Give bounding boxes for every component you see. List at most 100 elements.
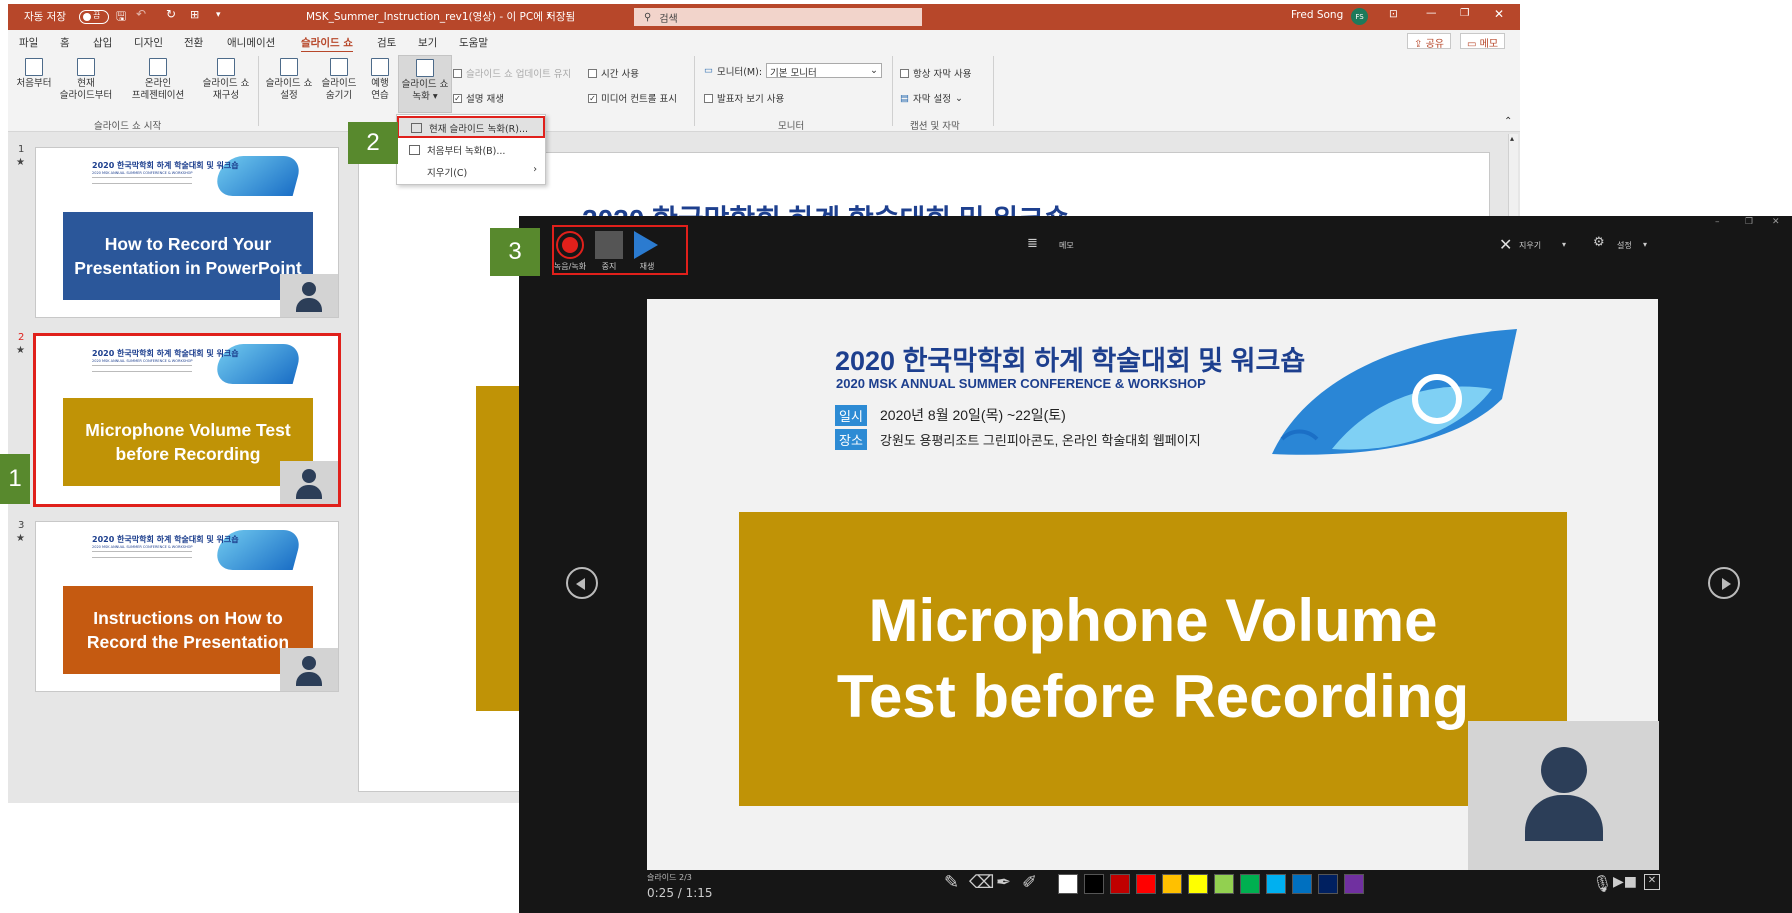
pen-color-swatch[interactable]: [1162, 874, 1182, 894]
comments-button[interactable]: ▭ 메모: [1460, 33, 1506, 50]
monitor-select[interactable]: 기본 모니터 ⌄: [766, 63, 883, 79]
pen-color-swatch[interactable]: [1240, 874, 1260, 894]
pen-color-swatch[interactable]: [1084, 874, 1104, 894]
custom-show-label-1: 슬라이드 쇼: [202, 78, 250, 89]
thumb-header-details: [92, 177, 192, 184]
collapse-ribbon-icon[interactable]: ⌃: [1504, 116, 1512, 127]
camera-icon[interactable]: ▶■: [1613, 874, 1637, 890]
slide-thumbnail-3[interactable]: 2020 한국막학회 하계 학술대회 및 워크숍 2020 MSK ANNUAL…: [35, 521, 339, 692]
record-label: 녹음/녹화: [553, 262, 587, 271]
search-box[interactable]: ⚲ 검색: [634, 8, 922, 26]
online-present-button[interactable]: 온라인 프레젠테이션: [126, 58, 190, 102]
pen-color-swatch[interactable]: [1318, 874, 1338, 894]
always-subtitles-checkbox[interactable]: 항상 자막 사용: [900, 66, 971, 80]
next-slide-button[interactable]: [1708, 567, 1740, 599]
present-icon[interactable]: ⊞: [190, 8, 199, 21]
online-present-label-2: 프레젠테이션: [131, 90, 185, 101]
star-icon: ★: [16, 345, 25, 356]
title-chevron-icon[interactable]: ▾: [547, 11, 551, 20]
use-timings-checkbox[interactable]: 시간 사용: [588, 66, 639, 80]
pen-color-swatch[interactable]: [1110, 874, 1130, 894]
presenter-view-checkbox[interactable]: 발표자 보기 사용: [704, 91, 784, 105]
slide-thumbnail-2[interactable]: 2020 한국막학회 하계 학술대회 및 워크숍 2020 MSK ANNUAL…: [33, 333, 341, 507]
microphone-icon[interactable]: 🎙: [1592, 874, 1612, 893]
pen-color-swatch[interactable]: [1266, 874, 1286, 894]
redo-icon[interactable]: ↻: [166, 7, 176, 21]
highlighter-icon[interactable]: ✐: [1022, 872, 1037, 893]
tab-home[interactable]: 홈: [60, 35, 70, 50]
restore-icon[interactable]: ❐: [1460, 7, 1469, 19]
checkmark-icon: ✓: [453, 93, 462, 103]
tab-insert[interactable]: 삽입: [93, 35, 112, 50]
subtitle-settings-button[interactable]: ▤ 자막 설정 ⌄: [900, 91, 963, 106]
pen-color-swatch[interactable]: [1188, 874, 1208, 894]
camera-preview: [1468, 721, 1659, 870]
custom-show-label-2: 재구성: [212, 90, 240, 101]
rehearse-button[interactable]: 예행 연습: [364, 58, 396, 102]
slideshow-current-icon: [77, 58, 95, 76]
undo-icon[interactable]: ↶: [136, 7, 146, 21]
camera-placeholder: [280, 648, 338, 691]
thumb-header-title: 2020 한국막학회 하계 학술대회 및 워크숍: [92, 535, 239, 544]
record-slideshow-button[interactable]: 슬라이드 쇼 녹화 ▾: [398, 55, 452, 113]
pen-color-swatch[interactable]: [1136, 874, 1156, 894]
camera-preview-toggle-icon[interactable]: ✕: [1644, 874, 1660, 890]
minimize-icon[interactable]: –: [1715, 217, 1720, 227]
slide-thumbnail-1[interactable]: 2020 한국막학회 하계 학술대회 및 워크숍 2020 MSK ANNUAL…: [35, 147, 339, 318]
play-narrations-checkbox[interactable]: ✓ 설명 재생: [453, 91, 504, 105]
camera-placeholder: [280, 461, 338, 504]
camera-settings-icon[interactable]: ⚙: [1593, 235, 1605, 250]
hide-slide-label-1: 슬라이드: [321, 78, 357, 89]
tab-design[interactable]: 디자인: [134, 35, 163, 50]
hide-slide-button[interactable]: 슬라이드 숨기기: [317, 58, 361, 102]
pen-color-swatch[interactable]: [1292, 874, 1312, 894]
minimize-icon[interactable]: —: [1426, 7, 1437, 19]
save-icon[interactable]: 🖫: [116, 7, 126, 28]
pen-color-swatch[interactable]: [1344, 874, 1364, 894]
custom-show-button[interactable]: 슬라이드 쇼 재구성: [194, 58, 258, 102]
clear-recording-label[interactable]: 지우기: [1519, 240, 1541, 251]
pen-color-swatch[interactable]: [1058, 874, 1078, 894]
tab-slideshow[interactable]: 슬라이드 쇼: [301, 35, 353, 53]
notes-label[interactable]: 메모: [1059, 240, 1074, 251]
avatar[interactable]: FS: [1351, 8, 1368, 25]
tab-review[interactable]: 검토: [377, 35, 396, 50]
clear-icon[interactable]: ✕: [1499, 235, 1512, 254]
share-button[interactable]: ⇪ 공유: [1407, 33, 1451, 50]
clear-item[interactable]: 지우기(C) ›: [397, 162, 545, 182]
from-current-button[interactable]: 현재 슬라이드부터: [58, 58, 114, 102]
ribbon-display-icon[interactable]: ⊡: [1389, 8, 1398, 20]
search-placeholder: 검색: [659, 13, 678, 25]
close-icon[interactable]: ✕: [1772, 217, 1780, 227]
previous-slide-button[interactable]: [566, 567, 598, 599]
checkbox: [900, 68, 909, 78]
pen-icon[interactable]: ✎: [944, 872, 959, 893]
user-name[interactable]: Fred Song: [1291, 9, 1343, 21]
scroll-up-icon[interactable]: ▴: [1510, 134, 1514, 143]
restore-icon[interactable]: ❐: [1745, 217, 1753, 227]
pen-color-swatch[interactable]: [1214, 874, 1234, 894]
setup-show-button[interactable]: 슬라이드 쇼 설정: [261, 58, 317, 102]
tab-file[interactable]: 파일: [19, 35, 38, 50]
tab-view[interactable]: 보기: [418, 35, 437, 50]
qat-dropdown-icon[interactable]: ▾: [216, 10, 221, 20]
play-button[interactable]: [634, 231, 658, 259]
close-icon[interactable]: ✕: [1494, 7, 1504, 21]
settings-label[interactable]: 설정: [1617, 240, 1632, 251]
stop-button[interactable]: [595, 231, 623, 259]
tab-animations[interactable]: 애니메이션: [227, 35, 275, 50]
tab-transitions[interactable]: 전환: [184, 35, 203, 50]
tab-help[interactable]: 도움말: [459, 35, 488, 50]
keep-updated-checkbox[interactable]: 슬라이드 쇼 업데이트 유지: [453, 66, 571, 80]
setup-show-label-1: 슬라이드 쇼: [265, 78, 313, 89]
autosave-toggle[interactable]: 끔: [79, 10, 109, 24]
recording-controls: 녹음/녹화 중지 재생: [552, 225, 688, 275]
record-button[interactable]: [556, 231, 584, 259]
pen-alt-icon[interactable]: ✒: [996, 872, 1011, 893]
notes-icon[interactable]: ≣: [1027, 236, 1038, 251]
eraser-icon[interactable]: ⌫: [969, 872, 994, 893]
record-current-slide-item[interactable]: 현재 슬라이드 녹화(R)...: [397, 116, 545, 138]
media-controls-checkbox[interactable]: ✓ 미디어 컨트롤 표시: [588, 91, 677, 105]
from-beginning-button[interactable]: 처음부터: [14, 58, 54, 90]
record-from-beginning-item[interactable]: 처음부터 녹화(B)...: [397, 140, 545, 160]
